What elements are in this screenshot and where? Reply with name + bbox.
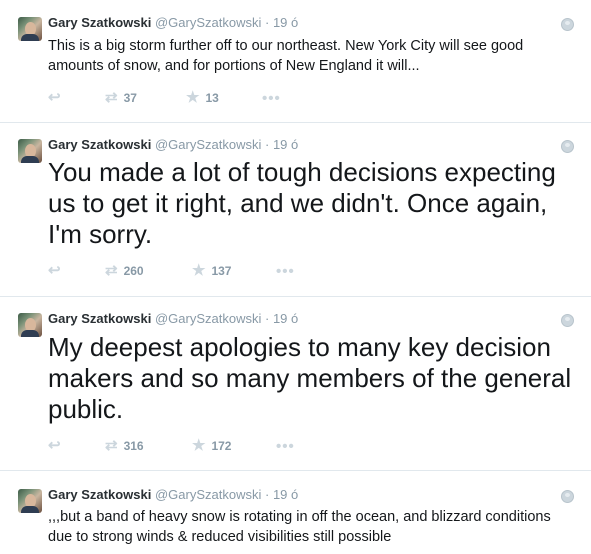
favorite-count: 172 [211, 439, 232, 453]
author-handle[interactable]: @GarySzatkowski [155, 311, 261, 326]
reply-button[interactable]: ↩ [48, 88, 67, 108]
tweet[interactable]: Gary Szatkowski @GarySzatkowski · 19 ó M… [0, 297, 591, 471]
tweet[interactable]: Gary Szatkowski @GarySzatkowski · 19 ó T… [0, 0, 591, 123]
tweet-text: My deepest apologies to many key decisio… [48, 332, 572, 424]
retweet-icon: ⇄ [105, 262, 118, 279]
timestamp[interactable]: 19 ó [273, 487, 298, 502]
globe-icon[interactable] [561, 490, 574, 503]
tweet-text: This is a big storm further off to our n… [48, 38, 524, 74]
separator: · [264, 487, 270, 502]
retweet-button[interactable]: ⇄ 37 [105, 88, 137, 108]
reply-icon: ↩ [48, 89, 61, 106]
favorite-count: 13 [205, 91, 219, 105]
tweet-header: Gary Szatkowski @GarySzatkowski · 19 ó [48, 15, 298, 30]
more-icon: ••• [276, 262, 295, 280]
tweet[interactable]: Gary Szatkowski @GarySzatkowski · 19 ó Y… [0, 123, 591, 297]
tweet-text: You made a lot of tough decisions expect… [48, 157, 556, 249]
favorite-count: 137 [211, 264, 232, 278]
star-icon: ★ [192, 437, 206, 454]
retweet-count: 37 [123, 91, 137, 105]
timestamp[interactable]: 19 ó [273, 15, 298, 30]
more-button[interactable]: ••• [276, 261, 295, 281]
more-button[interactable]: ••• [262, 88, 281, 108]
tweet-actions: ↩ ⇄ 260 ★ 137 ••• [48, 261, 348, 281]
tweet-header: Gary Szatkowski @GarySzatkowski · 19 ó [48, 487, 298, 502]
avatar[interactable] [18, 139, 42, 163]
tweet[interactable]: Gary Szatkowski @GarySzatkowski · 19 ó ,… [0, 471, 591, 554]
retweet-icon: ⇄ [105, 437, 118, 454]
author-name[interactable]: Gary Szatkowski [48, 15, 151, 30]
globe-icon[interactable] [561, 314, 574, 327]
favorite-button[interactable]: ★ 13 [186, 88, 219, 108]
separator: · [264, 15, 270, 30]
more-button[interactable]: ••• [276, 436, 295, 456]
retweet-count: 260 [123, 264, 144, 278]
avatar[interactable] [18, 489, 42, 513]
reply-icon: ↩ [48, 437, 61, 454]
author-name[interactable]: Gary Szatkowski [48, 311, 151, 326]
timestamp[interactable]: 19 ó [273, 311, 298, 326]
favorite-button[interactable]: ★ 137 [192, 261, 231, 281]
tweet-text: ,,,but a band of heavy snow is rotating … [48, 509, 551, 545]
retweet-icon: ⇄ [105, 89, 118, 106]
reply-icon: ↩ [48, 262, 61, 279]
tweet-actions: ↩ ⇄ 37 ★ 13 ••• [48, 88, 348, 108]
author-handle[interactable]: @GarySzatkowski [155, 15, 261, 30]
tweet-actions: ↩ ⇄ 316 ★ 172 ••• [48, 436, 348, 456]
globe-icon[interactable] [561, 140, 574, 153]
more-icon: ••• [276, 437, 295, 455]
avatar[interactable] [18, 313, 42, 337]
author-name[interactable]: Gary Szatkowski [48, 487, 151, 502]
star-icon: ★ [186, 89, 200, 106]
retweet-button[interactable]: ⇄ 260 [105, 261, 144, 281]
reply-button[interactable]: ↩ [48, 261, 67, 281]
tweet-header: Gary Szatkowski @GarySzatkowski · 19 ó [48, 311, 298, 326]
globe-icon[interactable] [561, 18, 574, 31]
tweet-header: Gary Szatkowski @GarySzatkowski · 19 ó [48, 137, 298, 152]
star-icon: ★ [192, 262, 206, 279]
avatar[interactable] [18, 17, 42, 41]
separator: · [264, 137, 270, 152]
author-name[interactable]: Gary Szatkowski [48, 137, 151, 152]
retweet-count: 316 [123, 439, 144, 453]
timestamp[interactable]: 19 ó [273, 137, 298, 152]
more-icon: ••• [262, 89, 281, 107]
author-handle[interactable]: @GarySzatkowski [155, 137, 261, 152]
retweet-button[interactable]: ⇄ 316 [105, 436, 144, 456]
separator: · [264, 311, 270, 326]
reply-button[interactable]: ↩ [48, 436, 67, 456]
author-handle[interactable]: @GarySzatkowski [155, 487, 261, 502]
favorite-button[interactable]: ★ 172 [192, 436, 231, 456]
